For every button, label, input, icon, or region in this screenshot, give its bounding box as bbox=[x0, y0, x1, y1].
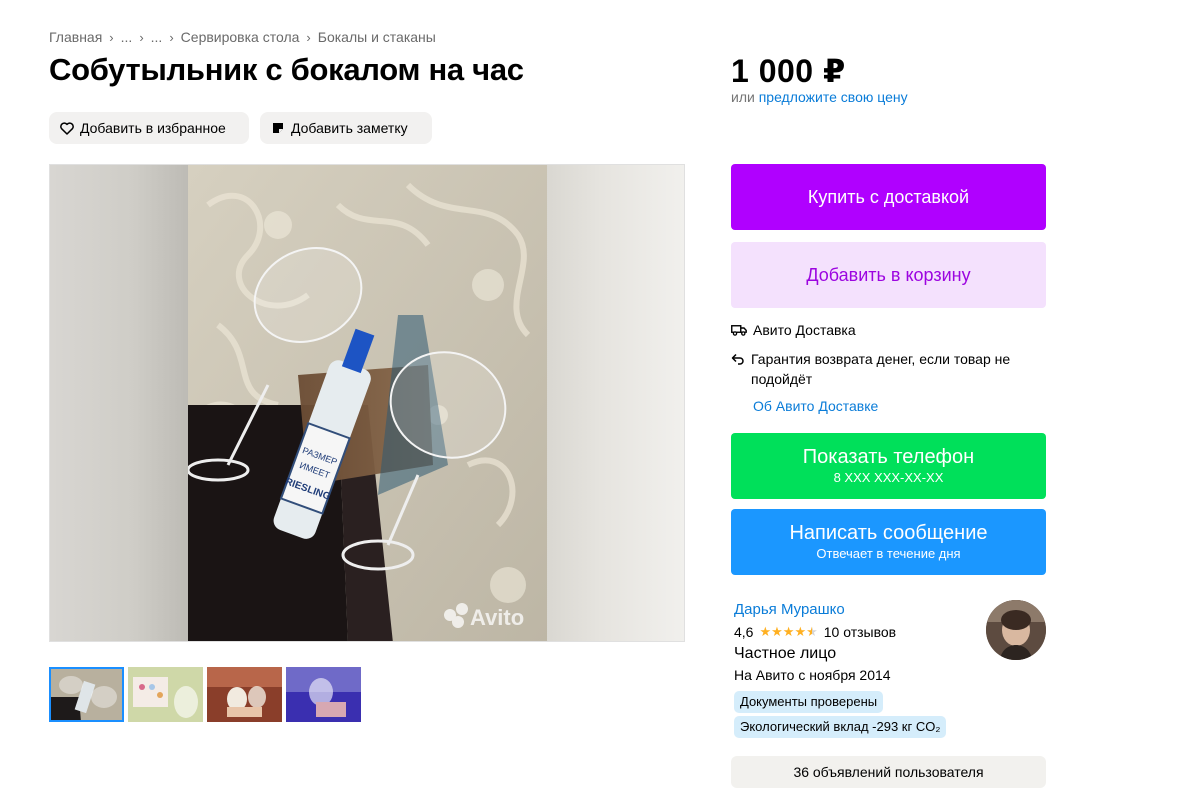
star-icon: ★ bbox=[771, 624, 783, 639]
money-back-guarantee-row: Гарантия возврата денег, если товар не п… bbox=[731, 349, 1031, 389]
thumbnail-strip bbox=[49, 667, 361, 722]
return-arrow-icon bbox=[731, 349, 745, 369]
breadcrumb-separator: › bbox=[306, 29, 311, 45]
note-icon bbox=[271, 121, 285, 135]
offer-price-link[interactable]: предложите свою цену bbox=[759, 89, 908, 105]
response-time-label: Отвечает в течение дня bbox=[816, 546, 961, 561]
breadcrumb-item-glasses[interactable]: Бокалы и стаканы bbox=[318, 29, 436, 45]
write-message-button[interactable]: Написать сообщение Отвечает в течение дн… bbox=[731, 509, 1046, 575]
heart-icon bbox=[60, 121, 74, 135]
seller-avatar[interactable] bbox=[986, 600, 1046, 660]
add-note-button[interactable]: Добавить заметку bbox=[260, 112, 432, 144]
eco-contribution-badge[interactable]: Экологический вклад -293 кг CO₂ bbox=[734, 716, 947, 738]
add-to-favorites-label: Добавить в избранное bbox=[80, 120, 226, 136]
masked-phone-number: 8 XXX XXX-XX-XX bbox=[833, 470, 944, 485]
main-photo: РАЗМЕР ИМЕЕТ RIESLING Avito bbox=[188, 165, 547, 641]
breadcrumb-item-ellipsis[interactable]: ... bbox=[151, 29, 163, 45]
show-phone-button[interactable]: Показать телефон 8 XXX XXX-XX-XX bbox=[731, 433, 1046, 499]
truck-icon bbox=[731, 320, 747, 340]
thumbnail-2[interactable] bbox=[128, 667, 203, 722]
rating-stars: ★ ★ ★ ★ ★ bbox=[759, 625, 817, 639]
breadcrumb-item-ellipsis[interactable]: ... bbox=[121, 29, 133, 45]
breadcrumb-separator: › bbox=[169, 29, 174, 45]
documents-verified-badge: Документы проверены bbox=[734, 691, 884, 713]
add-to-favorites-button[interactable]: Добавить в избранное bbox=[49, 112, 249, 144]
add-to-cart-button[interactable]: Добавить в корзину bbox=[731, 242, 1046, 308]
price: 1 000 ₽ bbox=[731, 53, 846, 89]
seller-name-link[interactable]: Дарья Мурашко bbox=[734, 601, 845, 618]
photo-gallery[interactable]: РАЗМЕР ИМЕЕТ RIESLING Avito bbox=[49, 164, 685, 642]
avito-delivery-label: Авито Доставка bbox=[753, 322, 856, 338]
seller-rating: 4,6 ★ ★ ★ ★ ★ 10 отзывов bbox=[734, 624, 896, 640]
seller-reviews-link[interactable]: 10 отзывов bbox=[824, 624, 896, 640]
price-or-label: или bbox=[731, 89, 755, 105]
page-title: Собутыльник с бокалом на час bbox=[49, 52, 524, 87]
breadcrumb-item-home[interactable]: Главная bbox=[49, 29, 102, 45]
avito-watermark: Avito bbox=[470, 605, 524, 630]
seller-since: На Авито с ноября 2014 bbox=[734, 667, 891, 683]
price-offer-row: или предложите свою цену bbox=[731, 89, 908, 105]
avito-delivery-row: Авито Доставка bbox=[731, 320, 856, 340]
gallery-blur-right bbox=[546, 165, 684, 641]
show-phone-label: Показать телефон bbox=[802, 446, 975, 468]
star-icon: ★ bbox=[794, 624, 807, 639]
add-note-label: Добавить заметку bbox=[291, 120, 408, 136]
breadcrumb-item-table-setting[interactable]: Сервировка стола bbox=[181, 29, 300, 45]
thumbnail-3[interactable] bbox=[207, 667, 282, 722]
gallery-blur-left bbox=[50, 165, 188, 641]
write-message-label: Написать сообщение bbox=[789, 522, 988, 544]
seller-type: Частное лицо bbox=[734, 645, 837, 662]
add-to-cart-label: Добавить в корзину bbox=[806, 264, 971, 285]
seller-rating-value: 4,6 bbox=[734, 624, 754, 640]
buy-with-delivery-label: Купить с доставкой bbox=[807, 186, 970, 207]
about-avito-delivery-link[interactable]: Об Авито Доставке bbox=[753, 398, 878, 414]
star-icon: ★ bbox=[759, 624, 772, 639]
breadcrumb-separator: › bbox=[139, 29, 144, 45]
star-icon: ★ bbox=[782, 624, 795, 639]
breadcrumb: Главная › ... › ... › Сервировка стола ›… bbox=[49, 29, 436, 45]
buy-with-delivery-button[interactable]: Купить с доставкой bbox=[731, 164, 1046, 230]
breadcrumb-separator: › bbox=[109, 29, 114, 45]
thumbnail-4[interactable] bbox=[286, 667, 361, 722]
all-user-ads-button[interactable]: 36 объявлений пользователя bbox=[731, 756, 1046, 788]
thumbnail-1[interactable] bbox=[49, 667, 124, 722]
money-back-guarantee-label: Гарантия возврата денег, если товар не п… bbox=[751, 351, 1011, 387]
half-star-icon: ★ bbox=[806, 624, 818, 639]
